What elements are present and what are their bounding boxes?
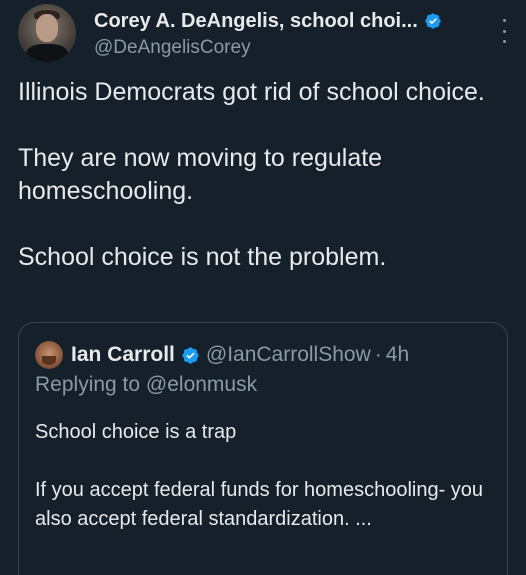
- quoted-tweet[interactable]: Ian Carroll @IanCarrollShow · 4h Replyin…: [18, 322, 508, 575]
- quoted-timestamp[interactable]: 4h: [386, 343, 409, 367]
- quoted-author-handle[interactable]: @IanCarrollShow: [206, 343, 371, 367]
- replying-to-mention[interactable]: @elonmusk: [146, 373, 257, 396]
- author-avatar[interactable]: [18, 4, 76, 62]
- verified-badge-icon: [182, 346, 199, 364]
- quoted-tweet-text: School choice is a trap If you accept fe…: [35, 421, 484, 530]
- tweet-text: Illinois Democrats got rid of school cho…: [18, 78, 485, 271]
- author-name-row[interactable]: Corey A. DeAngelis, school choi...: [94, 7, 442, 35]
- separator-dot: ·: [374, 343, 382, 366]
- quoted-author-avatar[interactable]: [35, 341, 63, 369]
- quoted-author-row: Ian Carroll @IanCarrollShow · 4h: [71, 341, 409, 369]
- quoted-author-name[interactable]: Ian Carroll: [71, 343, 175, 367]
- verified-badge-icon: [425, 13, 441, 29]
- author-handle[interactable]: @DeAngelisCorey: [94, 37, 251, 59]
- more-options-icon[interactable]: [500, 19, 508, 43]
- tweet-header: Corey A. DeAngelis, school choi... @DeAn…: [18, 4, 518, 62]
- replying-to-label: Replying to: [35, 373, 146, 396]
- replying-to: Replying to @elonmusk: [35, 373, 257, 397]
- author-name[interactable]: Corey A. DeAngelis, school choi...: [94, 10, 418, 33]
